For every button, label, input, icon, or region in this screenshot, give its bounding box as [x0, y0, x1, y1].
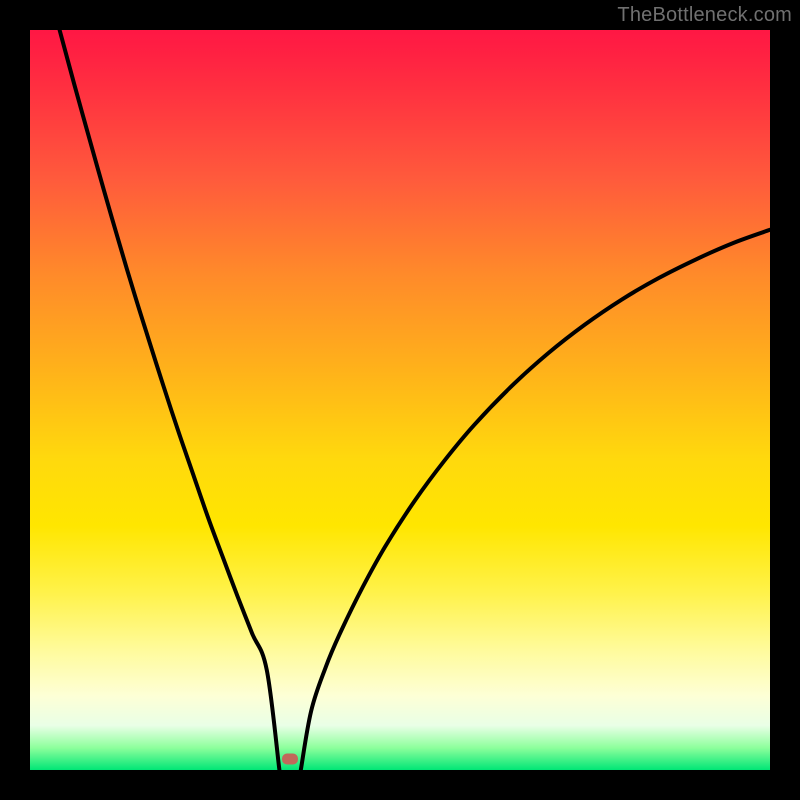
curve-path: [60, 30, 770, 770]
plot-area: [30, 30, 770, 770]
optimum-marker: [282, 753, 298, 764]
watermark-text: TheBottleneck.com: [617, 4, 792, 27]
bottleneck-curve: [30, 30, 770, 770]
chart-frame: TheBottleneck.com: [0, 0, 800, 800]
